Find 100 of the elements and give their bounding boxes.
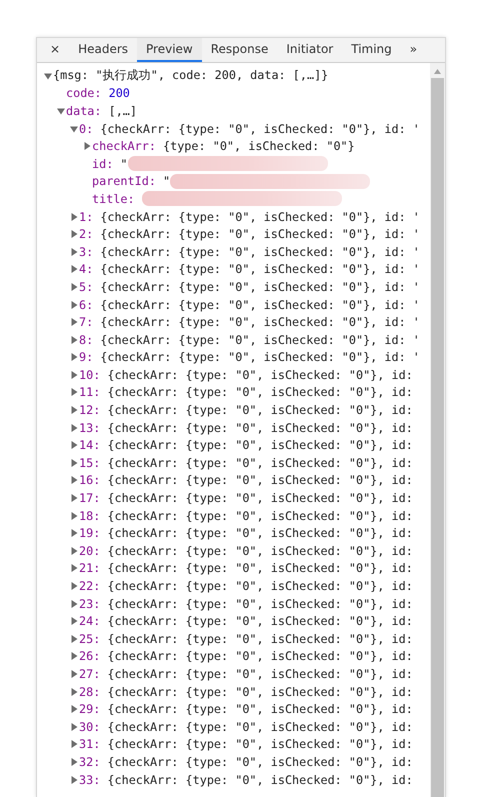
- expand-icon[interactable]: [70, 458, 78, 467]
- expand-icon[interactable]: [70, 705, 78, 714]
- property-value: {checkArr: {type: "0", isChecked: "0"}, id: ': [100, 210, 420, 224]
- property-key: 21:: [79, 561, 100, 576]
- expand-icon[interactable]: [70, 441, 78, 450]
- tab[interactable]: Initiator: [277, 38, 342, 62]
- expand-icon[interactable]: [70, 564, 78, 572]
- property-key: 13:: [79, 420, 100, 435]
- expand-icon[interactable]: [70, 230, 78, 238]
- tab[interactable]: Response: [202, 38, 278, 62]
- property-key: 18:: [79, 508, 100, 523]
- expand-icon[interactable]: [70, 248, 78, 256]
- property-value: {checkArr: {type: "0", isChecked: "0"}, id:: [107, 473, 413, 488]
- expand-icon[interactable]: [70, 722, 78, 731]
- property-value: {checkArr: {type: "0", isChecked: "0"}, id:: [107, 368, 413, 382]
- scrollbar[interactable]: [430, 63, 445, 797]
- expand-icon[interactable]: [70, 512, 78, 520]
- property-value: ": [163, 174, 170, 188]
- more-tabs-button[interactable]: »: [400, 38, 426, 62]
- property-key: 20:: [79, 544, 100, 558]
- property-key: 28:: [79, 684, 100, 699]
- property-value: {checkArr: {type: "0", isChecked: "0"}, id:: [107, 526, 413, 540]
- property-value: {checkArr: {type: "0", isChecked: "0"}, id:: [107, 508, 413, 523]
- expand-icon[interactable]: [70, 406, 78, 414]
- expand-icon[interactable]: [70, 582, 78, 590]
- property-value: ": [120, 156, 128, 171]
- expand-icon[interactable]: [70, 265, 78, 274]
- expand-icon[interactable]: [70, 476, 78, 484]
- property-key: 16:: [79, 473, 100, 488]
- property-key: 29:: [79, 702, 100, 716]
- expand-icon[interactable]: [70, 776, 78, 784]
- property-value: {checkArr: {type: "0", isChecked: "0"}, id:: [107, 385, 413, 400]
- expand-icon[interactable]: [70, 600, 78, 608]
- property-key: checkArr:: [92, 139, 156, 154]
- expand-icon[interactable]: [83, 142, 91, 150]
- property-value: {checkArr: {type: "0", isChecked: "0"}, id:: [107, 403, 413, 418]
- property-key: 1:: [79, 210, 94, 224]
- expand-icon[interactable]: [70, 546, 78, 555]
- property-key: 6:: [79, 298, 94, 312]
- property-key: 23:: [79, 596, 100, 611]
- expand-icon[interactable]: [70, 617, 78, 626]
- scrollbar-thumb[interactable]: [431, 78, 444, 797]
- expand-icon[interactable]: [70, 300, 78, 309]
- tab[interactable]: Preview: [137, 38, 202, 62]
- property-key: 32:: [79, 754, 100, 769]
- expand-icon[interactable]: [70, 758, 78, 766]
- property-key: 15:: [79, 456, 100, 470]
- property-value: {checkArr: {type: "0", isChecked: "0"}, id: ': [100, 244, 420, 259]
- expand-icon[interactable]: [70, 282, 78, 291]
- property-value: {checkArr: {type: "0", isChecked: "0"}, id:: [107, 632, 413, 646]
- property-key: 22:: [79, 579, 100, 594]
- property-key: parentId:: [92, 174, 156, 188]
- property-key: 33:: [79, 772, 100, 787]
- collapse-icon[interactable]: [70, 124, 78, 133]
- property-key: 17:: [79, 491, 100, 506]
- property-value: {checkArr: {type: "0", isChecked: "0"}, id:: [107, 684, 413, 699]
- property-value: {checkArr: {type: "0", isChecked: "0"}, id: ': [100, 262, 420, 276]
- close-button[interactable]: ×: [41, 38, 70, 62]
- property-key: 2:: [79, 227, 94, 242]
- expand-icon[interactable]: [70, 740, 78, 748]
- property-key: data:: [66, 104, 102, 118]
- property-value: {checkArr: {type: "0", isChecked: "0"}, id:: [107, 438, 413, 452]
- property-key: 0:: [79, 122, 94, 136]
- expand-icon[interactable]: [70, 634, 78, 643]
- expand-icon[interactable]: [70, 529, 78, 538]
- expand-icon[interactable]: [70, 494, 78, 502]
- property-key: 4:: [79, 262, 94, 276]
- expand-icon[interactable]: [70, 318, 78, 326]
- expand-icon[interactable]: [70, 652, 78, 660]
- property-key: 11:: [79, 385, 100, 400]
- property-key: 30:: [79, 720, 100, 734]
- property-key: 5:: [79, 280, 94, 294]
- property-value: {checkArr: {type: "0", isChecked: "0"}, id:: [107, 720, 413, 734]
- tab[interactable]: Timing: [342, 38, 401, 62]
- property-value: {checkArr: {type: "0", isChecked: "0"}, id: ': [100, 350, 420, 364]
- expand-icon[interactable]: [70, 370, 78, 379]
- property-value: {checkArr: {type: "0", isChecked: "0"}, id:: [107, 702, 413, 716]
- property-value: {checkArr: {type: "0", isChecked: "0"}, id: ': [100, 227, 420, 242]
- expand-icon[interactable]: [70, 670, 78, 678]
- collapse-icon[interactable]: [57, 106, 65, 115]
- property-value: {checkArr: {type: "0", isChecked: "0"}, id:: [107, 561, 413, 576]
- expand-icon[interactable]: [70, 424, 78, 432]
- expand-icon[interactable]: [70, 212, 78, 221]
- property-key: id:: [92, 156, 114, 171]
- property-value: {checkArr: {type: "0", isChecked: "0"}, id:: [107, 754, 413, 769]
- property-value: {checkArr: {type: "0", isChecked: "0"}, id: ': [100, 298, 420, 312]
- property-key: 25:: [79, 632, 100, 646]
- property-value: {checkArr: {type: "0", isChecked: "0"}, id: ': [100, 280, 420, 294]
- property-value: {checkArr: {type: "0", isChecked: "0"}, id:: [107, 649, 413, 664]
- property-key: 3:: [79, 244, 94, 259]
- property-key: 24:: [79, 614, 100, 628]
- expand-icon[interactable]: [70, 388, 78, 396]
- tab[interactable]: Headers: [69, 38, 138, 62]
- expand-icon[interactable]: [70, 336, 78, 344]
- property-value: {msg: "执行成功", code: 200, data: [,…]}: [53, 68, 328, 84]
- property-key: code:: [66, 86, 102, 100]
- collapse-icon[interactable]: [44, 72, 52, 80]
- expand-icon[interactable]: [70, 688, 78, 696]
- property-value: [,…]: [108, 104, 138, 118]
- expand-icon[interactable]: [70, 353, 78, 362]
